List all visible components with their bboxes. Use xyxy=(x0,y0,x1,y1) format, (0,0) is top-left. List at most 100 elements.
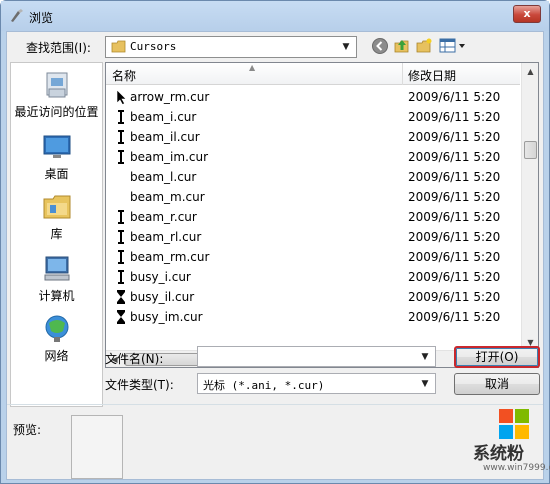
title-bar[interactable]: 浏览 x xyxy=(1,1,549,31)
places-bar: 最近访问的位置 桌面 库 计算机 网络 xyxy=(10,62,103,407)
file-row[interactable]: busy_i.cur 2009/6/11 5:20 xyxy=(106,267,520,287)
file-name: beam_rl.cur xyxy=(130,230,202,244)
file-row[interactable]: beam_rm.cur 2009/6/11 5:20 xyxy=(106,247,520,267)
file-date: 2009/6/11 5:20 xyxy=(408,230,501,244)
column-name-label: 名称 xyxy=(112,69,137,83)
file-date: 2009/6/11 5:20 xyxy=(408,190,501,204)
file-row[interactable]: arrow_rm.cur 2009/6/11 5:20 xyxy=(106,87,520,107)
file-date: 2009/6/11 5:20 xyxy=(408,270,501,284)
vertical-scrollbar[interactable]: ▲ ▼ xyxy=(521,63,538,351)
cancel-button[interactable]: 取消 xyxy=(454,373,540,395)
browse-dialog: 浏览 x 查找范围(I): Cursors ▼ 最近访问的位置 桌面 库 计算机… xyxy=(0,0,550,484)
file-name: arrow_rm.cur xyxy=(130,90,210,104)
file-date: 2009/6/11 5:20 xyxy=(408,290,501,304)
chevron-down-icon[interactable]: ▼ xyxy=(417,375,433,393)
place-label: 计算机 xyxy=(38,289,75,303)
hourglass-cursor-icon xyxy=(117,290,125,304)
file-row[interactable]: beam_r.cur 2009/6/11 5:20 xyxy=(106,207,520,227)
file-row[interactable]: beam_m.cur 2009/6/11 5:20 xyxy=(106,187,520,207)
file-date: 2009/6/11 5:20 xyxy=(408,90,501,104)
file-name: beam_i.cur xyxy=(130,110,197,124)
place-computer[interactable]: 计算机 xyxy=(11,253,102,311)
file-date: 2009/6/11 5:20 xyxy=(408,130,501,144)
file-name: beam_im.cur xyxy=(130,150,209,164)
file-rows: arrow_rm.cur 2009/6/11 5:20 beam_i.cur 2009… xyxy=(106,87,520,351)
place-libraries[interactable]: 库 xyxy=(11,191,102,249)
lookin-label: 查找范围(I): xyxy=(26,41,91,55)
desktop-icon xyxy=(43,135,71,158)
scroll-up-icon[interactable]: ▲ xyxy=(522,63,538,80)
lookin-value: Cursors xyxy=(130,40,177,53)
file-row[interactable]: busy_im.cur 2009/6/11 5:20 xyxy=(106,307,520,327)
ibeam-cursor-icon xyxy=(118,110,124,124)
file-name: busy_il.cur xyxy=(130,290,195,304)
place-recent[interactable]: 最近访问的位置 xyxy=(11,69,102,127)
arrow-cursor-icon xyxy=(116,89,127,105)
column-date-label: 修改日期 xyxy=(408,69,457,83)
place-label: 桌面 xyxy=(44,167,69,181)
file-row[interactable]: beam_i.cur 2009/6/11 5:20 xyxy=(106,107,520,127)
dialog-body: 查找范围(I): Cursors ▼ 最近访问的位置 桌面 库 计算机 网络 名… xyxy=(6,31,544,480)
open-button[interactable]: 打开(O) xyxy=(454,346,540,368)
scroll-thumb[interactable] xyxy=(524,141,537,159)
file-list[interactable]: 名称 ▲ 修改日期 arrow_rm.cur 2009/6/11 5:20 beam… xyxy=(105,62,539,368)
place-label: 库 xyxy=(50,227,63,241)
new-folder-icon[interactable] xyxy=(415,37,433,55)
blank-cursor-icon xyxy=(114,169,128,185)
filename-combo[interactable]: ▼ xyxy=(197,346,436,367)
file-date: 2009/6/11 5:20 xyxy=(408,110,501,124)
folder-icon xyxy=(111,40,126,53)
filetype-value: 光标 (*.ani, *.cur) xyxy=(203,379,325,392)
file-name: beam_l.cur xyxy=(130,170,197,184)
list-header: 名称 ▲ 修改日期 xyxy=(106,63,520,85)
app-icon xyxy=(11,9,23,22)
chevron-down-icon[interactable]: ▼ xyxy=(338,38,354,56)
ibeam-cursor-icon xyxy=(118,250,124,264)
place-network[interactable]: 网络 xyxy=(11,313,102,371)
file-date: 2009/6/11 5:20 xyxy=(408,150,501,164)
network-icon xyxy=(45,315,69,342)
divider xyxy=(7,404,543,405)
ibeam-cursor-icon xyxy=(118,150,124,164)
file-date: 2009/6/11 5:20 xyxy=(408,210,501,224)
blank-cursor-icon xyxy=(114,189,128,205)
file-date: 2009/6/11 5:20 xyxy=(408,170,501,184)
libraries-icon xyxy=(43,195,71,219)
back-icon[interactable] xyxy=(371,37,389,55)
file-name: beam_rm.cur xyxy=(130,250,210,264)
recent-places-icon xyxy=(46,72,68,98)
filename-label: 文件名(N): xyxy=(105,352,164,366)
place-desktop[interactable]: 桌面 xyxy=(11,131,102,189)
file-date: 2009/6/11 5:20 xyxy=(408,250,501,264)
watermark-text: 系统粉 xyxy=(473,444,524,464)
file-name: beam_il.cur xyxy=(130,130,200,144)
file-row[interactable]: beam_rl.cur 2009/6/11 5:20 xyxy=(106,227,520,247)
file-name: busy_im.cur xyxy=(130,310,203,324)
file-row[interactable]: beam_il.cur 2009/6/11 5:20 xyxy=(106,127,520,147)
column-header-name[interactable]: 名称 ▲ xyxy=(106,63,403,85)
up-folder-icon[interactable] xyxy=(393,37,411,55)
chevron-down-icon[interactable]: ▼ xyxy=(417,348,433,366)
ibeam-cursor-icon xyxy=(118,270,124,284)
file-name: busy_i.cur xyxy=(130,270,191,284)
sort-ascending-icon: ▲ xyxy=(249,63,256,72)
file-name: beam_m.cur xyxy=(130,190,205,204)
watermark-url: www.win7999.com xyxy=(483,463,550,473)
file-name: beam_r.cur xyxy=(130,210,197,224)
hourglass-cursor-icon xyxy=(117,310,125,324)
close-button[interactable]: x xyxy=(513,5,541,23)
filetype-label: 文件类型(T): xyxy=(105,378,174,392)
file-date: 2009/6/11 5:20 xyxy=(408,310,501,324)
file-row[interactable]: busy_il.cur 2009/6/11 5:20 xyxy=(106,287,520,307)
file-row[interactable]: beam_l.cur 2009/6/11 5:20 xyxy=(106,167,520,187)
lookin-combo[interactable]: Cursors ▼ xyxy=(105,36,357,58)
computer-icon xyxy=(44,256,70,281)
filetype-select[interactable]: 光标 (*.ani, *.cur) ▼ xyxy=(197,373,436,394)
view-menu-icon[interactable] xyxy=(439,37,469,55)
window-title: 浏览 xyxy=(29,11,54,25)
preview-box xyxy=(71,415,123,479)
file-row[interactable]: beam_im.cur 2009/6/11 5:20 xyxy=(106,147,520,167)
preview-label: 预览: xyxy=(13,423,42,437)
column-header-date[interactable]: 修改日期 xyxy=(404,63,520,85)
ibeam-cursor-icon xyxy=(118,230,124,244)
